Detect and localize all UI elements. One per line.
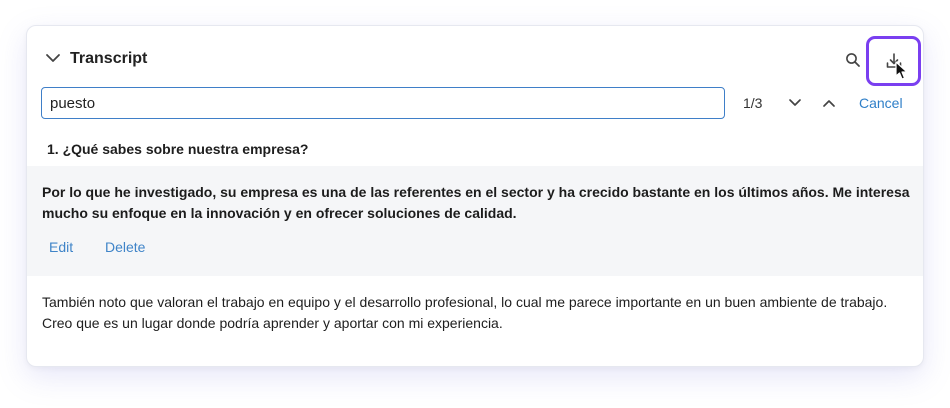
search-icon[interactable] (845, 52, 861, 68)
question-heading: 1. ¿Qué sabes sobre nuestra empresa? (47, 141, 309, 157)
next-match-chevron-down-icon[interactable] (787, 96, 803, 110)
edit-button[interactable]: Edit (49, 239, 73, 255)
panel-title: Transcript (70, 50, 148, 67)
search-input[interactable] (41, 87, 725, 119)
cancel-search-button[interactable]: Cancel (859, 95, 903, 111)
download-button[interactable] (866, 36, 921, 86)
chevron-down-icon[interactable] (45, 52, 61, 64)
previous-match-chevron-up-icon[interactable] (821, 96, 837, 110)
transcript-panel: Transcript 1/3 Cancel 1. ¿Qué sabes sobr (26, 25, 924, 367)
answer-text: Por lo que he investigado, su empresa es… (42, 184, 910, 221)
match-counter: 1/3 (743, 95, 763, 111)
transcript-paragraph: También noto que valoran el trabajo en e… (42, 294, 888, 331)
panel-header: Transcript (27, 26, 923, 88)
search-bar: 1/3 Cancel (27, 87, 923, 121)
delete-button[interactable]: Delete (105, 239, 145, 255)
answer-block: Por lo que he investigado, su empresa es… (27, 166, 923, 276)
mouse-cursor-icon (895, 61, 908, 80)
